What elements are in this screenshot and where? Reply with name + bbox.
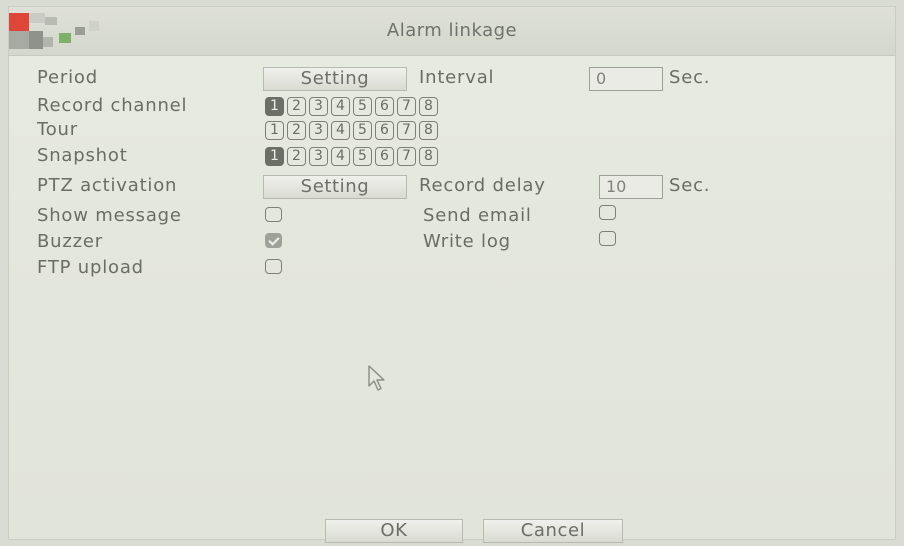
write-log-checkbox[interactable] [599,231,616,246]
tour-label: Tour [37,119,78,140]
send-email-label: Send email [423,205,532,226]
period-label: Period [37,67,98,88]
cancel-button[interactable]: Cancel [483,519,623,543]
write-log-label: Write log [423,231,511,252]
title-bar: Alarm linkage [9,7,895,56]
snapshot-channel-5[interactable]: 5 [353,147,372,166]
tour-channel-2[interactable]: 2 [287,121,306,140]
tour-channel-8[interactable]: 8 [419,121,438,140]
interval-input[interactable]: 0 [589,67,663,91]
record-channel-6[interactable]: 6 [375,97,394,116]
buzzer-label: Buzzer [37,231,103,252]
record-delay-input[interactable]: 10 [599,175,663,199]
tour-channel-3[interactable]: 3 [309,121,328,140]
record-channel-2[interactable]: 2 [287,97,306,116]
record-channel-selector: 12345678 [265,97,438,116]
record-channel-3[interactable]: 3 [309,97,328,116]
tour-channel-6[interactable]: 6 [375,121,394,140]
record-delay-label: Record delay [419,175,546,196]
record-delay-unit: Sec. [669,175,711,196]
interval-unit: Sec. [669,67,711,88]
send-email-checkbox[interactable] [599,205,616,220]
ftp-upload-checkbox[interactable] [265,259,282,274]
interval-label: Interval [419,67,495,88]
period-setting-button[interactable]: Setting [263,67,407,91]
record-channel-1[interactable]: 1 [265,97,284,116]
record-channel-5[interactable]: 5 [353,97,372,116]
record-channel-8[interactable]: 8 [419,97,438,116]
snapshot-channel-3[interactable]: 3 [309,147,328,166]
snapshot-channel-selector: 12345678 [265,147,438,166]
snapshot-channel-8[interactable]: 8 [419,147,438,166]
ptz-setting-button[interactable]: Setting [263,175,407,199]
snapshot-channel-6[interactable]: 6 [375,147,394,166]
snapshot-channel-4[interactable]: 4 [331,147,350,166]
show-message-label: Show message [37,205,182,226]
snapshot-label: Snapshot [37,145,128,166]
record-channel-4[interactable]: 4 [331,97,350,116]
alarm-linkage-dialog: Alarm linkage Period Setting Interval 0 … [8,6,896,543]
ptz-activation-label: PTZ activation [37,175,178,196]
tour-channel-7[interactable]: 7 [397,121,416,140]
ftp-upload-label: FTP upload [37,257,144,278]
tour-channel-4[interactable]: 4 [331,121,350,140]
record-channel-label: Record channel [37,95,188,116]
snapshot-channel-1[interactable]: 1 [265,147,284,166]
tour-channel-5[interactable]: 5 [353,121,372,140]
mouse-pointer-icon [368,365,385,391]
tour-channel-1[interactable]: 1 [265,121,284,140]
record-channel-7[interactable]: 7 [397,97,416,116]
snapshot-channel-2[interactable]: 2 [287,147,306,166]
ok-button[interactable]: OK [325,519,463,543]
window-title: Alarm linkage [386,20,518,41]
tour-channel-selector: 12345678 [265,121,438,140]
show-message-checkbox[interactable] [265,207,282,222]
buzzer-checkbox[interactable] [265,233,282,248]
snapshot-channel-7[interactable]: 7 [397,147,416,166]
